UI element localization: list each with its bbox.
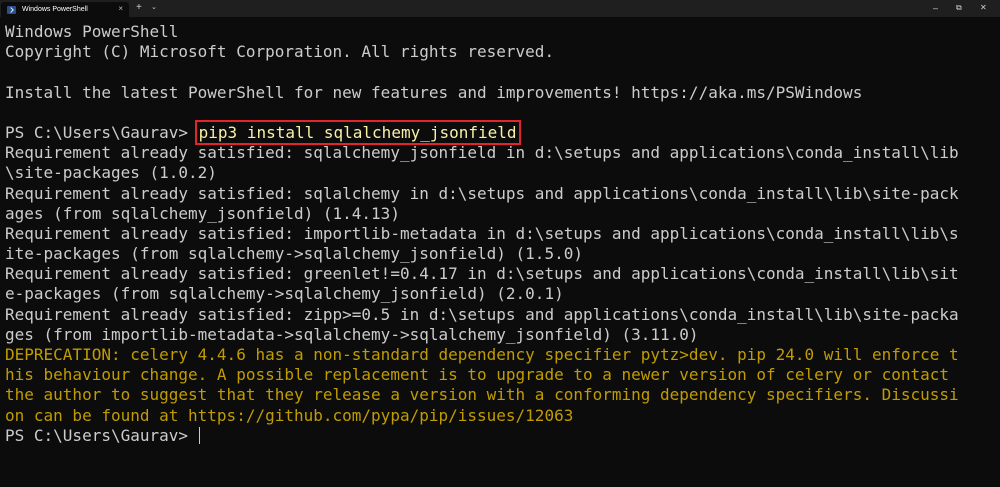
banner-title: Windows PowerShell <box>5 22 179 41</box>
output-line: \site-packages (1.0.2) <box>5 163 217 183</box>
new-tab-button[interactable]: + <box>136 2 142 14</box>
deprecation-line: the author to suggest that they release … <box>5 385 959 405</box>
deprecation-line: on can be found at https://github.com/py… <box>5 405 574 425</box>
copyright-line: Copyright (C) Microsoft Corporation. All… <box>5 42 555 62</box>
tab-title: Windows PowerShell <box>22 6 88 13</box>
tab-close-icon[interactable]: × <box>118 4 123 13</box>
close-button[interactable]: ✕ <box>980 2 987 14</box>
highlighted-command: pip3 install sqlalchemy_jsonfield <box>194 119 521 145</box>
command-line: PS C:\Users\Gaurav> pip3 install sqlalch… <box>5 119 1000 145</box>
output-line: ges (from importlib-metadata->sqlalchemy… <box>5 324 699 344</box>
powershell-icon <box>7 5 16 14</box>
install-hint-line: Install the latest PowerShell for new fe… <box>5 82 863 102</box>
deprecation-line: his behaviour change. A possible replace… <box>5 365 950 385</box>
output-line: Requirement already satisfied: importlib… <box>5 223 959 243</box>
prompt: PS C:\Users\Gaurav> <box>5 425 198 445</box>
output-line: ite-packages (from sqlalchemy->sqlalchem… <box>5 244 583 264</box>
deprecation-line: DEPRECATION: celery 4.4.6 has a non-stan… <box>5 345 959 364</box>
output-line: e-packages (from sqlalchemy->sqlalchemy_… <box>5 284 564 304</box>
tab-dropdown-icon[interactable]: ⌄ <box>151 2 157 14</box>
output-line: Requirement already satisfied: sqlalchem… <box>5 143 959 163</box>
output-line: Requirement already satisfied: greenlet!… <box>5 264 959 284</box>
output-line: Requirement already satisfied: sqlalchem… <box>5 183 959 203</box>
minimize-button[interactable]: – <box>933 2 938 14</box>
terminal-output[interactable]: Windows PowerShell Copyright (C) Microso… <box>0 17 1000 487</box>
output-line: Requirement already satisfied: zipp>=0.5… <box>5 304 959 324</box>
output-line: ages (from sqlalchemy_jsonfield) (1.4.13… <box>5 203 400 223</box>
tab-windows-powershell[interactable]: Windows PowerShell × <box>1 2 129 17</box>
maximize-button[interactable]: ⧉ <box>956 2 962 14</box>
prompt: PS C:\Users\Gaurav> <box>5 122 198 142</box>
text-cursor <box>198 426 200 444</box>
final-prompt-line[interactable]: PS C:\Users\Gaurav> <box>5 426 1000 446</box>
title-bar: Windows PowerShell × + ⌄ – ⧉ ✕ <box>0 0 1000 17</box>
